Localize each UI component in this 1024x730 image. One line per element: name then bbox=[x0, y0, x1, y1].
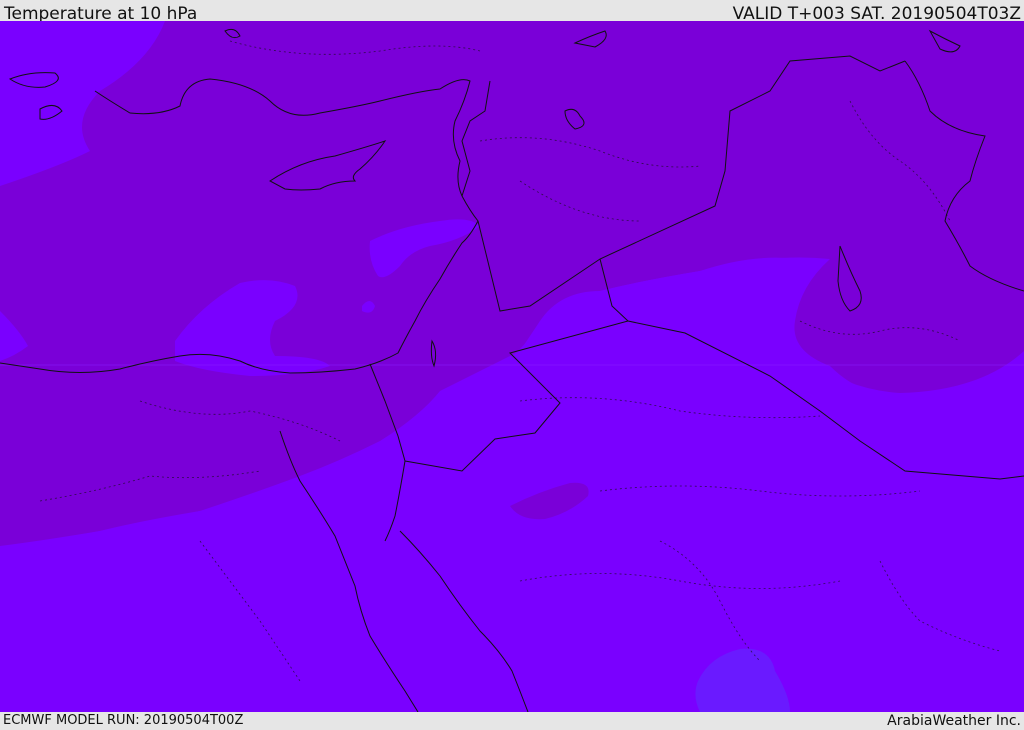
temperature-map bbox=[0, 21, 1024, 712]
model-run: ECMWF MODEL RUN: 20190504T00Z bbox=[3, 713, 244, 728]
credit: ArabiaWeather Inc. bbox=[887, 713, 1021, 729]
header-bar: Temperature at 10 hPa VALID T+003 SAT. 2… bbox=[0, 0, 1024, 24]
map-canvas bbox=[0, 21, 1024, 712]
footer-bar: ECMWF MODEL RUN: 20190504T00Z ArabiaWeat… bbox=[0, 712, 1024, 729]
